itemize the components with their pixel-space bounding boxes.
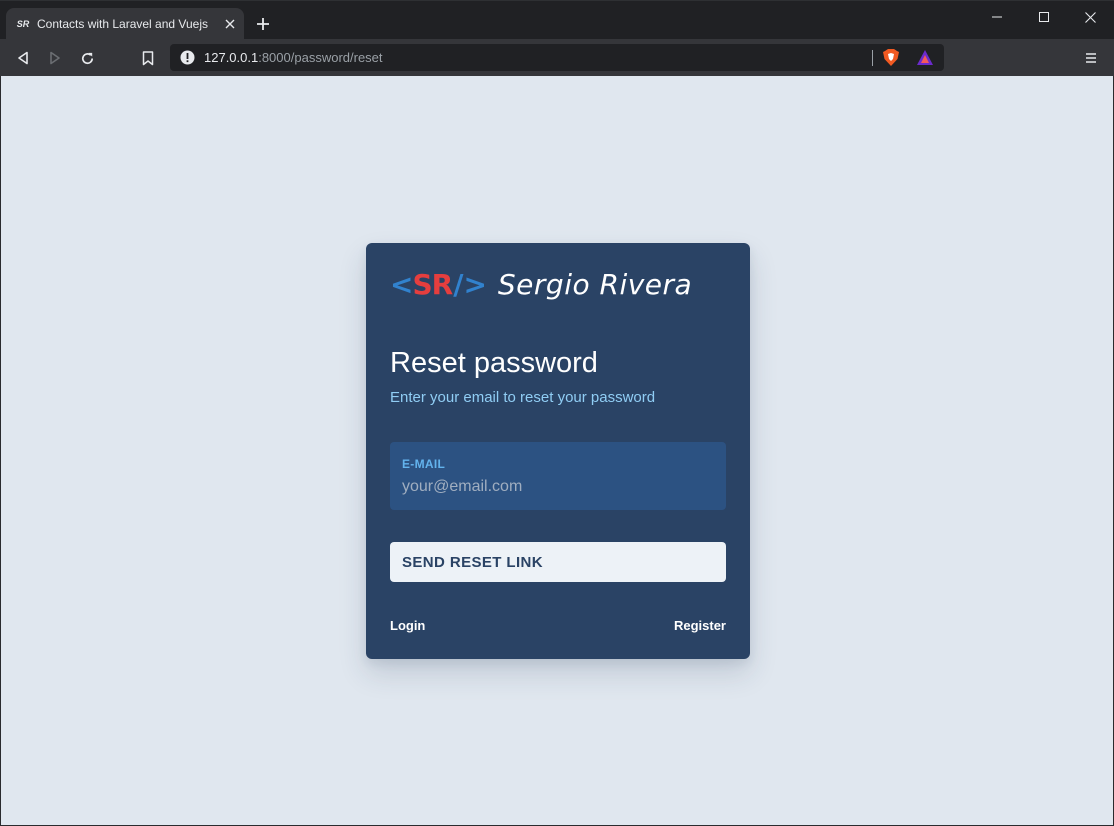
site-info-icon[interactable]: [180, 50, 195, 65]
reset-password-card: < SR / > Sergio Rivera Reset password En…: [366, 243, 750, 659]
back-icon[interactable]: [13, 48, 33, 68]
url-path: :8000/password/reset: [258, 50, 383, 65]
maximize-icon[interactable]: [1021, 5, 1067, 29]
reload-icon[interactable]: [77, 48, 97, 68]
tab-favicon-icon: SR: [15, 16, 31, 32]
browser-tab[interactable]: SR Contacts with Laravel and Vuejs: [6, 8, 244, 40]
logo-slash: /: [453, 267, 463, 301]
send-reset-link-button[interactable]: SEND RESET LINK: [390, 542, 726, 582]
page-subtitle: Enter your email to reset your password: [390, 389, 656, 406]
bookmark-icon[interactable]: [138, 48, 158, 68]
address-bar-divider: [872, 50, 873, 66]
login-link[interactable]: Login: [390, 618, 425, 633]
url-text: 127.0.0.1:8000/password/reset: [204, 50, 383, 65]
site-logo[interactable]: < SR / > Sergio Rivera: [390, 267, 692, 301]
tab-close-icon[interactable]: [222, 16, 238, 32]
brave-shield-icon[interactable]: [882, 48, 900, 67]
close-window-icon[interactable]: [1067, 5, 1113, 29]
tab-title: Contacts with Laravel and Vuejs: [37, 17, 208, 31]
browser-menu-icon[interactable]: [1081, 48, 1101, 68]
logo-mark: < SR / >: [390, 267, 487, 301]
address-bar[interactable]: 127.0.0.1:8000/password/reset: [170, 44, 944, 71]
new-tab-icon[interactable]: [254, 15, 272, 33]
email-field[interactable]: E-MAIL: [390, 442, 726, 510]
page-viewport: < SR / > Sergio Rivera Reset password En…: [0, 76, 1114, 826]
logo-left-bracket: <: [390, 267, 413, 301]
brave-rewards-icon[interactable]: [916, 49, 934, 66]
url-host: 127.0.0.1: [204, 50, 259, 65]
forward-icon[interactable]: [45, 48, 65, 68]
logo-right-bracket: >: [463, 267, 486, 301]
minimize-icon[interactable]: [974, 5, 1020, 29]
email-input[interactable]: [402, 476, 714, 498]
page-title: Reset password: [390, 347, 598, 379]
register-link[interactable]: Register: [674, 618, 726, 633]
tab-favicon-text: SR: [16, 19, 30, 29]
email-label: E-MAIL: [402, 457, 446, 471]
logo-initials: SR: [412, 267, 453, 301]
logo-name: Sergio Rivera: [497, 267, 693, 301]
browser-titlebar: SR Contacts with Laravel and Vuejs: [0, 0, 1114, 40]
browser-toolbar: 127.0.0.1:8000/password/reset: [0, 39, 1114, 76]
